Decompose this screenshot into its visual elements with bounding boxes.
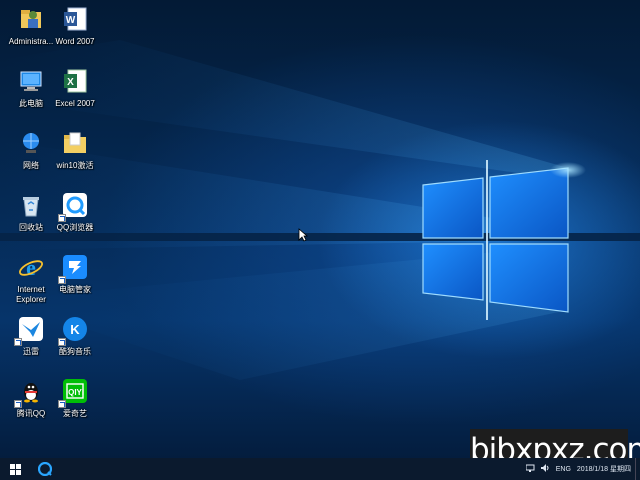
desktop-icon-pc-manager[interactable]: 电脑管家 <box>44 248 106 306</box>
folder-icon <box>60 128 90 158</box>
desktop-icon-label: Excel 2007 <box>55 99 95 108</box>
desktop-icon-label: 电脑管家 <box>59 285 91 294</box>
system-tray: ENG 2018/1/18 星期四 <box>525 458 640 480</box>
windows-start-icon[interactable] <box>0 458 30 480</box>
qq-browser-taskbar-icon[interactable] <box>30 458 60 480</box>
qq-icon <box>14 376 46 408</box>
excel-icon: X <box>60 66 90 96</box>
desktop-icon-kugou[interactable]: K 酷狗音乐 <box>44 310 106 368</box>
desktop-icon-label: 回收站 <box>19 223 43 232</box>
desktop-icon-label: 此电脑 <box>19 99 43 108</box>
shortcut-arrow-icon <box>58 276 66 284</box>
desktop-icon-word[interactable]: W Word 2007 <box>44 0 106 58</box>
word-icon: W <box>60 4 90 34</box>
desktop-icon-label: 迅雷 <box>23 347 39 356</box>
desktop-icon-label: 腾讯QQ <box>16 409 46 418</box>
desktop-icon-label: 酷狗音乐 <box>59 347 91 356</box>
system-clock[interactable]: 2018/1/18 星期四 <box>577 464 631 474</box>
show-desktop-button[interactable] <box>635 458 640 480</box>
desktop-icon-label: 爱奇艺 <box>63 409 87 418</box>
network-tray-icon[interactable] <box>525 464 535 474</box>
user-folder-icon <box>16 4 46 34</box>
desktop-icon-qq-browser[interactable]: QQ浏览器 <box>44 186 106 244</box>
desktop-icon-label: win10激活 <box>56 161 94 170</box>
shortcut-arrow-icon <box>58 400 66 408</box>
shortcut-arrow-icon <box>14 400 22 408</box>
input-language[interactable]: ENG <box>556 466 571 473</box>
svg-text:iQIYI: iQIYI <box>66 388 84 397</box>
xunlei-icon <box>14 314 46 346</box>
kugou-icon: K <box>58 314 90 346</box>
svg-text:K: K <box>70 322 80 337</box>
desktop-icon-iqiyi[interactable]: iQIYI 爱奇艺 <box>44 372 106 430</box>
network-icon <box>16 128 46 158</box>
internet-explorer-icon: e <box>16 252 46 282</box>
shortcut-arrow-icon <box>58 338 66 346</box>
desktop-icon-label: 网络 <box>23 161 39 170</box>
computer-icon <box>16 66 46 96</box>
volume-tray-icon[interactable] <box>540 464 550 474</box>
desktop-icon-folder[interactable]: win10激活 <box>44 124 106 182</box>
qq-browser-icon <box>58 190 90 222</box>
pc-manager-icon <box>58 252 90 284</box>
desktop-icon-label: Internet Explorer <box>16 285 46 304</box>
svg-text:W: W <box>66 15 76 26</box>
desktop-icon-label: Word 2007 <box>55 37 95 46</box>
mouse-cursor-icon <box>298 228 309 247</box>
desktop-icon-excel[interactable]: X Excel 2007 <box>44 62 106 120</box>
iqiyi-icon: iQIYI <box>58 376 90 408</box>
shortcut-arrow-icon <box>14 338 22 346</box>
svg-text:e: e <box>26 255 36 280</box>
shortcut-arrow-icon <box>58 214 66 222</box>
desktop-icon-label: QQ浏览器 <box>56 223 94 232</box>
taskbar: ENG 2018/1/18 星期四 <box>0 458 640 480</box>
svg-text:X: X <box>67 77 74 88</box>
recycle-bin-icon <box>16 190 46 220</box>
